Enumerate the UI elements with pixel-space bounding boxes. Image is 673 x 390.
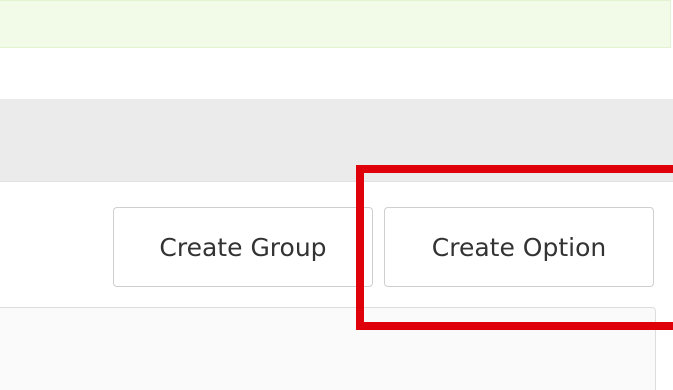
create-option-button[interactable]: Create Option [384, 207, 654, 287]
create-group-button[interactable]: Create Group [113, 207, 373, 287]
success-alert-bar [0, 0, 671, 48]
section-header [0, 99, 673, 182]
content-panel [0, 307, 656, 390]
page: Create Group Create Option [0, 0, 673, 390]
